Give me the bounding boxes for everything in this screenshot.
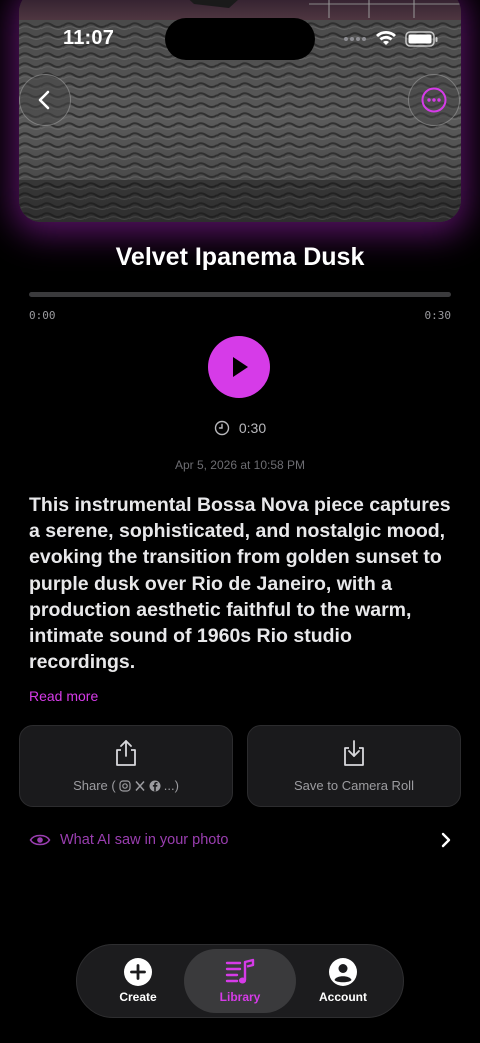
facebook-icon	[149, 780, 161, 791]
status-icons	[344, 31, 438, 47]
tab-library[interactable]: Library	[184, 949, 296, 1013]
wifi-icon	[376, 31, 396, 45]
tab-bar: Library Create Account	[76, 944, 404, 1018]
read-more-link[interactable]: Read more	[29, 688, 98, 704]
play-icon	[233, 357, 248, 377]
dynamic-island	[165, 18, 315, 60]
created-date: Apr 5, 2026 at 10:58 PM	[174, 458, 306, 472]
instagram-icon	[119, 779, 131, 792]
song-description: This instrumental Bossa Nova piece captu…	[29, 494, 451, 674]
tab-library-label: Library	[219, 990, 261, 1004]
plus-circle-icon	[124, 958, 152, 986]
battery-icon	[405, 31, 438, 47]
total-time: 0:30	[424, 309, 452, 322]
download-icon	[344, 740, 364, 766]
share-button[interactable]: Share ( ...)	[19, 725, 233, 807]
playback-progress-bar[interactable]	[29, 292, 451, 297]
save-to-camera-roll-button[interactable]: Save to Camera Roll	[247, 725, 461, 807]
duration-value: 0:30	[238, 420, 267, 436]
ai-insight-label: What AI saw in your photo	[60, 832, 229, 848]
x-twitter-icon	[135, 780, 145, 791]
music-library-icon	[225, 958, 255, 984]
chevron-right-icon	[441, 832, 451, 848]
status-time: 11:07	[63, 27, 115, 49]
back-button[interactable]	[19, 74, 71, 126]
tab-create-label: Create	[119, 990, 157, 1004]
person-circle-icon	[329, 958, 357, 986]
share-icon	[116, 740, 136, 766]
save-label: Save to Camera Roll	[294, 778, 414, 793]
eye-icon	[29, 834, 51, 846]
ai-insight-row[interactable]: What AI saw in your photo	[29, 828, 453, 852]
share-label-prefix: Share (	[73, 778, 116, 793]
status-bar: 11:07	[0, 0, 480, 60]
tab-account[interactable]: Account	[291, 949, 395, 1013]
clock-icon	[214, 420, 230, 436]
share-label: Share ( ...)	[73, 778, 179, 793]
ellipsis-circle-icon	[421, 87, 447, 113]
share-label-suffix: ...)	[163, 778, 179, 793]
duration-row: 0:30	[0, 420, 480, 436]
chevron-left-icon	[38, 90, 50, 110]
tab-account-label: Account	[319, 990, 367, 1004]
tab-create[interactable]: Create	[87, 949, 189, 1013]
play-button[interactable]	[208, 336, 270, 398]
more-options-button[interactable]	[408, 74, 460, 126]
song-title: Velvet Ipanema Dusk	[115, 243, 365, 271]
current-time: 0:00	[29, 309, 56, 322]
